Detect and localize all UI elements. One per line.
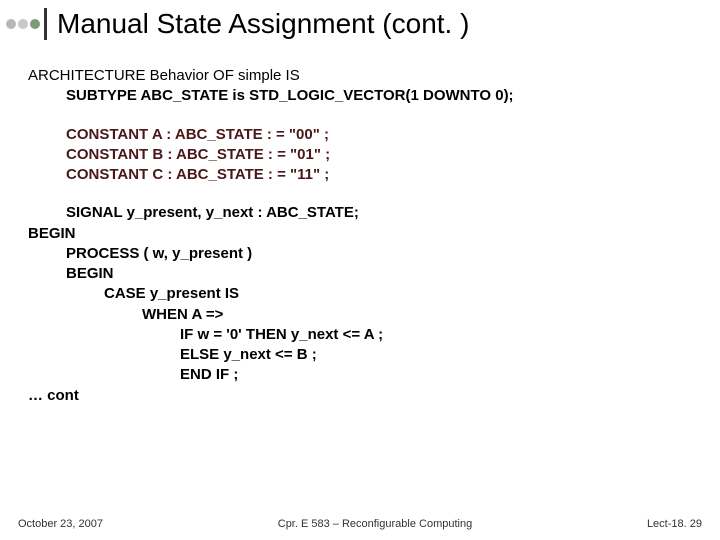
code-line: PROCESS ( w, y_present )	[28, 244, 700, 264]
code-line: ELSE y_next <= B ;	[28, 345, 700, 365]
footer-page: Lect-18. 29	[647, 518, 702, 530]
footer-course: Cpr. E 583 – Reconfigurable Computing	[278, 518, 472, 530]
slide-content: ARCHITECTURE Behavior OF simple IS SUBTY…	[0, 48, 720, 406]
code-line: END IF ;	[28, 365, 700, 385]
code-line: BEGIN	[28, 264, 700, 284]
footer-date: October 23, 2007	[18, 518, 103, 530]
slide-header: Manual State Assignment (cont. )	[0, 0, 720, 48]
dot-icon	[18, 19, 28, 29]
code-line: ARCHITECTURE Behavior OF simple IS	[28, 66, 700, 86]
code-line: IF w = '0' THEN y_next <= A ;	[28, 325, 700, 345]
slide-footer: October 23, 2007 Cpr. E 583 – Reconfigur…	[18, 518, 702, 530]
code-line: CASE y_present IS	[28, 284, 700, 304]
dot-icon	[30, 19, 40, 29]
code-line: CONSTANT C : ABC_STATE : = "11" ;	[28, 165, 700, 185]
code-line: CONSTANT A : ABC_STATE : = "00" ;	[28, 125, 700, 145]
code-line: SUBTYPE ABC_STATE is STD_LOGIC_VECTOR(1 …	[28, 86, 700, 106]
code-line: CONSTANT B : ABC_STATE : = "01" ;	[28, 145, 700, 165]
title-bar: Manual State Assignment (cont. )	[44, 8, 469, 40]
decoration-dots	[6, 19, 40, 29]
code-cont: … cont	[28, 386, 700, 406]
dot-icon	[6, 19, 16, 29]
code-line: WHEN A =>	[28, 305, 700, 325]
code-line: BEGIN	[28, 224, 700, 244]
slide-title: Manual State Assignment (cont. )	[57, 8, 469, 39]
code-line: SIGNAL y_present, y_next : ABC_STATE;	[28, 203, 700, 223]
